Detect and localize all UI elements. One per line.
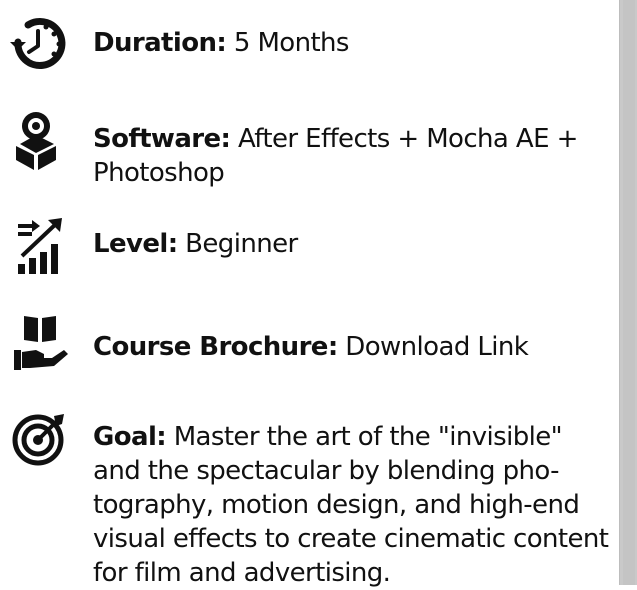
duration-value: 5 Months [226,28,350,58]
vertical-scrollbar[interactable] [619,0,637,585]
scrollbar-thumb[interactable] [623,0,635,585]
brochure-label: Course Brochure: [93,332,338,362]
level-value: Beginner [177,229,298,259]
goal-text: Goal: Master the art of the "invisible" … [93,420,613,590]
duration-label: Duration: [93,28,227,58]
software-text: Software: After Effects + Mocha AE + Pho… [93,122,603,190]
cube-software-icon [16,112,56,170]
level-text: Level: Beginner [93,227,603,261]
book-hand-icon [14,316,68,370]
level-chart-icon [18,218,62,274]
goal-value: Master the art of the "invisible" and th… [93,422,609,588]
clock-icon [10,18,66,69]
brochure-link[interactable]: Download Link [338,332,529,362]
duration-text: Duration: 5 Months [93,26,603,60]
software-label: Software: [93,124,231,154]
goal-label: Goal: [93,422,167,452]
level-label: Level: [93,229,178,259]
brochure-text: Course Brochure: Download Link [93,330,603,364]
target-icon [12,414,64,466]
course-info-panel: Duration: 5 Months Software: After Effec… [0,0,619,588]
